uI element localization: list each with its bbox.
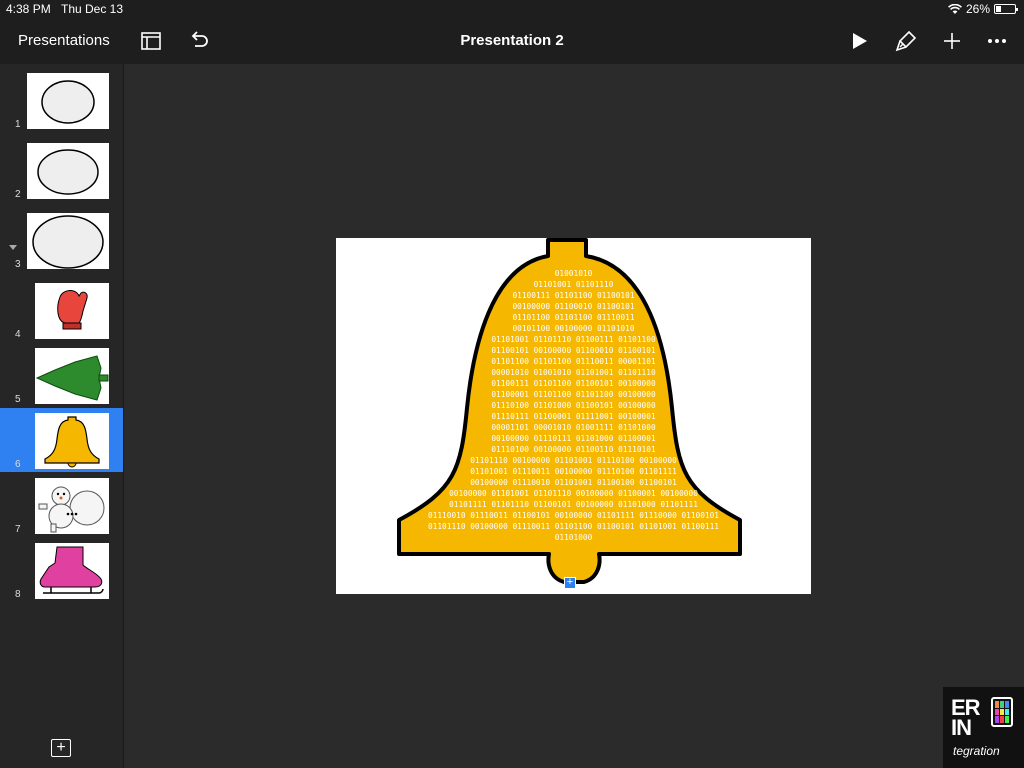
slide-number: 6 <box>15 459 21 470</box>
paintbrush-icon <box>895 30 917 52</box>
layout-icon <box>141 32 161 50</box>
more-button[interactable] <box>984 28 1010 54</box>
status-time: 4:38 PM <box>6 2 51 16</box>
status-date: Thu Dec 13 <box>61 2 124 16</box>
binary-line: 01110100 00100000 01100110 01110101 <box>491 445 656 454</box>
slide-number: 3 <box>15 259 21 270</box>
presentations-back-button[interactable]: Presentations <box>18 32 110 49</box>
binary-line: 01101100 01101100 01110011 00001101 <box>491 357 656 366</box>
slide-canvas[interactable]: 01001010 01101001 01101110 01100111 011011… <box>336 238 811 594</box>
collapse-arrow-icon[interactable] <box>9 245 17 250</box>
slide-preview <box>35 413 109 469</box>
binary-line: 01101110 00100000 01101001 01110100 0010… <box>470 456 677 465</box>
binary-text: 01001010 01101001 01101110 01100111 011011… <box>396 268 751 543</box>
slide-preview <box>27 213 109 269</box>
tablet-icon <box>991 697 1013 727</box>
text-overflow-handle[interactable]: + <box>564 577 576 589</box>
binary-line: 00100000 01110111 01101000 01100001 <box>491 434 656 443</box>
binary-line: 01100111 01101100 01100101 00100000 <box>491 379 656 388</box>
binary-line: 01101100 01101100 01110011 <box>512 313 635 322</box>
slide-navigator: 1 2 3 4 5 6 7 8 <box>0 64 124 768</box>
slide-number: 2 <box>15 189 21 200</box>
format-button[interactable] <box>893 28 919 54</box>
plus-icon <box>944 33 960 49</box>
undo-button[interactable] <box>186 28 212 54</box>
slide-thumbnail-4[interactable]: 4 <box>0 278 123 342</box>
battery-percent: 26% <box>965 2 990 16</box>
more-icon <box>988 39 1006 43</box>
slide-thumbnail-1[interactable]: 1 <box>0 68 123 132</box>
status-right: 26% <box>948 2 1018 16</box>
slide-thumbnail-8[interactable]: 8 <box>0 538 123 602</box>
slide-number: 4 <box>15 329 21 340</box>
binary-line: 00001010 01001010 01101001 01101110 <box>491 368 656 377</box>
play-icon <box>853 33 867 49</box>
binary-line: 01101001 01101110 01100111 01101100 <box>491 335 656 344</box>
plus-icon: + <box>56 739 66 756</box>
slide-preview <box>35 478 109 534</box>
binary-line: 01110100 01101000 01100101 00100000 <box>491 401 656 410</box>
slide-layout-button[interactable] <box>138 28 164 54</box>
add-slide-button[interactable]: + <box>51 739 71 757</box>
insert-button[interactable] <box>939 28 965 54</box>
binary-line: 00100000 01110010 01101001 01100100 0110… <box>470 478 677 487</box>
slide-preview <box>27 143 109 199</box>
binary-line: 01110010 01110011 01100101 00100000 0110… <box>427 511 720 520</box>
status-bar: 4:38 PM Thu Dec 13 26% <box>0 0 1024 18</box>
binary-line: 01100001 01101100 01101100 00100000 <box>491 390 656 399</box>
binary-line: 00001101 00001010 01001111 01101000 <box>491 423 656 432</box>
undo-icon <box>191 31 208 47</box>
binary-line: 00101100 00100000 01101010 <box>512 324 635 333</box>
battery-icon <box>994 4 1018 14</box>
slide-number: 7 <box>15 524 21 535</box>
slide-thumbnail-5[interactable]: 5 <box>0 343 123 407</box>
slide-thumbnail-3[interactable]: 3 <box>0 208 123 272</box>
slide-thumbnail-7[interactable]: 7 <box>0 473 123 537</box>
slide-number: 8 <box>15 589 21 600</box>
watermark-logo: ER IN tegration <box>943 687 1024 768</box>
logo-text: tegration <box>953 744 1000 758</box>
binary-line: 01110111 01100001 01111001 00100001 <box>491 412 656 421</box>
binary-line: 01101111 01101110 01100101 00100000 0110… <box>449 500 698 509</box>
binary-line: 01101001 01110011 00100000 01110100 0110… <box>470 467 677 476</box>
binary-line: 01101001 01101110 <box>533 280 614 289</box>
binary-line: 01101110 00100000 01110011 01101100 0110… <box>427 522 720 531</box>
toolbar: Presentations Presentation 2 <box>0 18 1024 64</box>
slide-thumbnail-6[interactable]: 6 <box>0 408 123 472</box>
binary-line: 00100000 01100010 01100101 <box>512 302 635 311</box>
wifi-icon <box>948 3 962 14</box>
slide-preview <box>35 283 109 339</box>
slide-preview <box>27 73 109 129</box>
slide-number: 1 <box>15 119 21 130</box>
slide-number: 5 <box>15 394 21 405</box>
binary-line: 01100111 01101100 01100101 <box>512 291 635 300</box>
play-button[interactable] <box>847 28 873 54</box>
slide-thumbnail-2[interactable]: 2 <box>0 138 123 202</box>
binary-line: 00100000 01101001 01101110 00100000 0110… <box>449 489 698 498</box>
logo-text: IN <box>951 715 972 740</box>
slide-preview <box>35 543 109 599</box>
slide-preview <box>35 348 109 404</box>
binary-line: 01100101 00100000 01100010 01100101 <box>491 346 656 355</box>
binary-line: 01001010 <box>554 269 593 278</box>
binary-line: 01101000 <box>554 533 593 542</box>
